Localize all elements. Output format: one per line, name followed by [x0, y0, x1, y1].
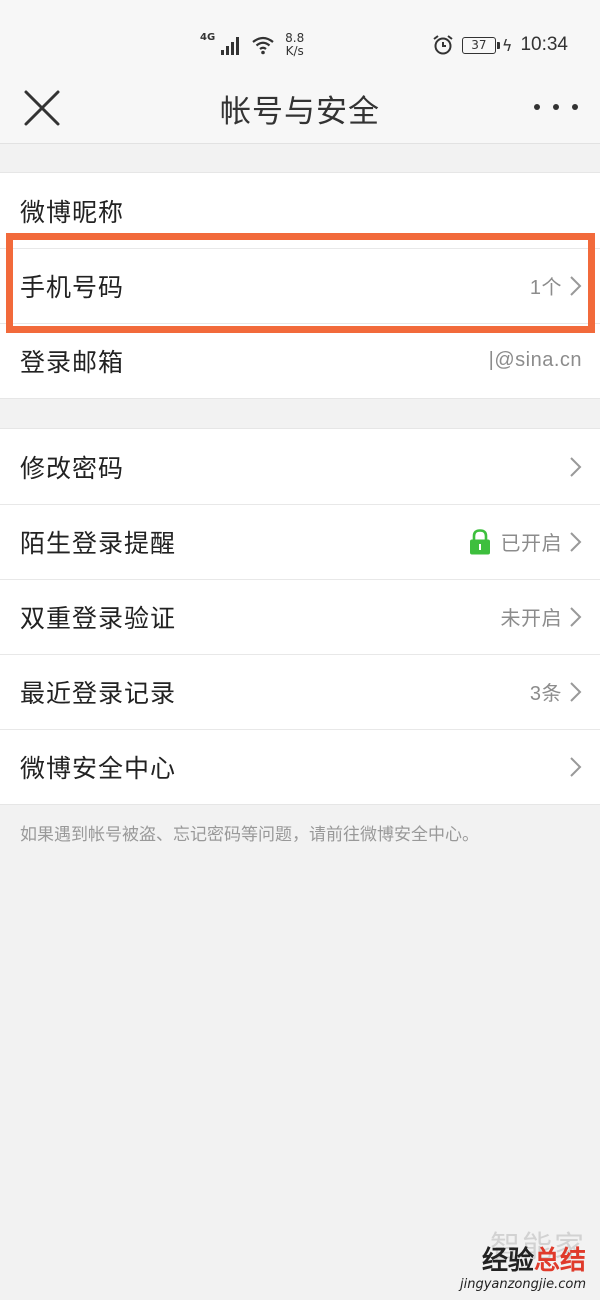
watermark-accent: 总结	[533, 1246, 586, 1276]
nickname-row[interactable]: 微博昵称	[0, 173, 600, 248]
chevron-right-icon	[570, 756, 582, 777]
watermark-logo: 经验总结	[460, 1240, 586, 1277]
row-label: 最近登录记录	[20, 678, 177, 708]
lock-icon	[469, 528, 490, 554]
row-label: 修改密码	[20, 453, 125, 483]
chevron-right-icon	[570, 456, 582, 477]
row-label: 陌生登录提醒	[20, 528, 177, 558]
two-step-verification-row[interactable]: 双重登录验证 未开启	[0, 579, 600, 654]
dot-icon	[534, 104, 540, 110]
battery-level: 37	[471, 37, 487, 52]
wifi-icon	[252, 36, 274, 55]
record-count: 3条	[529, 683, 562, 705]
alert-status: 已开启	[500, 533, 562, 555]
more-options-button[interactable]	[534, 92, 578, 122]
watermark-prefix: 经验	[481, 1246, 534, 1276]
charging-icon: ϟ	[501, 35, 513, 55]
page-title: 帐号与安全	[220, 94, 380, 130]
status-network: 4G 8.8 K/s	[200, 30, 304, 60]
dot-icon	[572, 104, 578, 110]
row-label: 手机号码	[20, 272, 125, 302]
nav-bar: 帐号与安全	[0, 78, 600, 144]
row-value: 已开启	[469, 527, 583, 556]
row-value	[562, 456, 582, 478]
chevron-right-icon	[570, 275, 582, 296]
recent-login-records-row[interactable]: 最近登录记录 3条	[0, 654, 600, 729]
battery-icon: 37	[461, 36, 500, 54]
watermark-url: jingyanzongjie.com	[459, 1277, 586, 1292]
alarm-icon	[433, 35, 453, 55]
email-value: |@sina.cn	[488, 349, 582, 371]
unfamiliar-login-alert-row[interactable]: 陌生登录提醒 已开启	[0, 504, 600, 579]
status-bar: 4G 8.8 K/s 37 ϟ 10:34	[0, 0, 600, 78]
clock: 10:34	[520, 34, 568, 55]
row-value	[562, 756, 582, 778]
chevron-right-icon	[570, 531, 582, 552]
chevron-right-icon	[570, 606, 582, 627]
signal-icon	[221, 35, 240, 55]
account-settings-group: 微博昵称 手机号码 1个 登录邮箱 |@sina.cn	[0, 172, 600, 399]
phone-number-row[interactable]: 手机号码 1个	[0, 248, 600, 323]
login-email-row[interactable]: 登录邮箱 |@sina.cn	[0, 323, 600, 398]
speed-unit: K/s	[285, 44, 304, 58]
dot-icon	[553, 104, 559, 110]
row-label: 微博昵称	[20, 197, 125, 227]
security-settings-group: 修改密码 陌生登录提醒 已开启 双重登录验证 未开启 最近登录记录 3条 微博安…	[0, 428, 600, 805]
network-speed: 8.8 K/s	[285, 32, 304, 58]
security-footnote: 如果遇到帐号被盗、忘记密码等问题，请前往微博安全中心。	[20, 825, 479, 845]
verification-status: 未开启	[500, 608, 562, 630]
row-value: 未开启	[501, 602, 583, 631]
status-right: 37 ϟ 10:34	[432, 32, 568, 58]
chevron-right-icon	[570, 681, 582, 702]
watermark: 智能家 经验总结 jingyanzongjie.com	[459, 1230, 586, 1292]
row-label: 登录邮箱	[20, 347, 125, 377]
row-value: 3条	[530, 677, 582, 706]
row-label: 双重登录验证	[20, 603, 177, 633]
security-center-row[interactable]: 微博安全中心	[0, 729, 600, 804]
phone-count: 1个	[529, 277, 562, 299]
row-label: 微博安全中心	[20, 753, 177, 783]
row-value: 1个	[530, 271, 582, 300]
change-password-row[interactable]: 修改密码	[0, 429, 600, 504]
row-value: |@sina.cn	[489, 349, 582, 372]
network-type: 4G	[200, 31, 216, 43]
